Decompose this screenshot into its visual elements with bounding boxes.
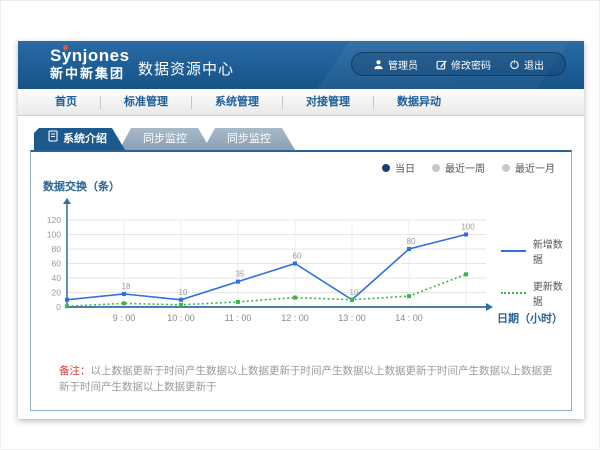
radio-label: 最近一月 bbox=[515, 160, 555, 175]
svg-text:日期（小时）: 日期（小时） bbox=[497, 311, 563, 325]
footnote-prefix: 备注： bbox=[59, 365, 91, 377]
legend-item-1: 更新数据 bbox=[501, 278, 571, 308]
nav-item-4[interactable]: 数据异动 bbox=[374, 89, 464, 115]
radio-dot bbox=[502, 164, 510, 172]
legend-label: 更新数据 bbox=[533, 278, 571, 308]
svg-text:12 : 00: 12 : 00 bbox=[281, 313, 309, 323]
userbar-item-label: 管理员 bbox=[388, 57, 418, 72]
nav-item-2[interactable]: 系统管理 bbox=[192, 89, 282, 115]
svg-text:10: 10 bbox=[350, 288, 359, 297]
svg-text:10: 10 bbox=[179, 288, 188, 297]
brand-logo: Synjones 新中新集团 bbox=[50, 47, 130, 80]
radio-0[interactable]: 当日 bbox=[382, 160, 415, 175]
tab-0-active[interactable]: 系统介绍 bbox=[34, 128, 127, 150]
svg-text:20: 20 bbox=[52, 288, 62, 298]
userbar-item-label: 退出 bbox=[524, 57, 544, 72]
svg-text:120: 120 bbox=[47, 215, 61, 225]
legend-item-0: 新增数据 bbox=[501, 236, 571, 266]
content-panel: 当日最近一周最近一月 数据交换（条） 0204060801001209 : 00… bbox=[30, 150, 572, 411]
chart-area: 0 20 40 60 80 100 120 9 : 00 10 : 00 11 : 00 12 : … bbox=[31, 192, 577, 344]
tab-label: 系统介绍 bbox=[63, 128, 107, 150]
svg-text:60: 60 bbox=[52, 259, 62, 269]
svg-text:0: 0 bbox=[56, 302, 61, 312]
user-icon bbox=[373, 59, 384, 70]
screenshot-root: Synjones 新中新集团 数据资源中心 管理员修改密码退出 首页标准管理系统… bbox=[0, 0, 600, 450]
userbar-item-logout[interactable]: 退出 bbox=[500, 57, 553, 72]
brand-logo-wordmark: Synjones bbox=[50, 47, 130, 65]
radio-1[interactable]: 最近一周 bbox=[432, 160, 485, 175]
svg-text:100: 100 bbox=[461, 223, 475, 232]
svg-text:60: 60 bbox=[293, 252, 302, 261]
logout-icon bbox=[509, 59, 520, 70]
footnote-text: 以上数据更新于时间产生数据以上数据更新于时间产生数据以上数据更新于时间产生数据以… bbox=[59, 365, 553, 393]
page-title: 数据资源中心 bbox=[138, 58, 234, 79]
userbar-item-admin[interactable]: 管理员 bbox=[364, 57, 427, 72]
document-icon bbox=[48, 128, 58, 150]
time-range-filters: 当日 最近一周 最近一月 bbox=[382, 160, 555, 175]
tab-2[interactable]: 同步监控 bbox=[203, 128, 295, 150]
svg-text:11 : 00: 11 : 00 bbox=[225, 313, 252, 323]
legend-label: 新增数据 bbox=[533, 236, 571, 266]
legend-swatch bbox=[501, 250, 526, 252]
nav-item-3[interactable]: 对接管理 bbox=[283, 89, 373, 115]
svg-text:18: 18 bbox=[122, 282, 131, 291]
svg-text:14 : 00: 14 : 00 bbox=[395, 313, 423, 323]
line-chart: 0 20 40 60 80 100 120 9 : 00 10 : 00 11 : 00 12 : … bbox=[31, 192, 577, 344]
edit-icon bbox=[436, 59, 447, 70]
legend-swatch bbox=[501, 292, 526, 294]
app-header: Synjones 新中新集团 数据资源中心 管理员 修改密码 退出 bbox=[18, 41, 584, 89]
tab-label: 同步监控 bbox=[143, 133, 187, 145]
chart-legend: 新增数据更新数据 bbox=[501, 236, 571, 308]
radio-label: 最近一周 bbox=[445, 160, 485, 175]
app-window: Synjones 新中新集团 数据资源中心 管理员修改密码退出 首页标准管理系统… bbox=[18, 41, 584, 419]
svg-text:9 : 00: 9 : 00 bbox=[113, 313, 136, 323]
svg-text:35: 35 bbox=[236, 270, 245, 279]
brand-logo-text: Synjones bbox=[50, 46, 130, 65]
svg-text:80: 80 bbox=[407, 237, 416, 246]
radio-dot bbox=[432, 164, 440, 172]
svg-text:100: 100 bbox=[47, 230, 61, 240]
nav-item-0[interactable]: 首页 bbox=[32, 89, 100, 115]
svg-text:40: 40 bbox=[52, 273, 62, 283]
brand-logo-chinese: 新中新集团 bbox=[50, 67, 130, 81]
radio-dot bbox=[382, 164, 390, 172]
tab-label: 同步监控 bbox=[227, 133, 271, 145]
footnote: 备注：以上数据更新于时间产生数据以上数据更新于时间产生数据以上数据更新于时间产生… bbox=[59, 364, 559, 396]
main-nav: 首页标准管理系统管理对接管理数据异动 bbox=[18, 89, 584, 116]
svg-text:10 : 00: 10 : 00 bbox=[167, 313, 195, 323]
nav-item-1[interactable]: 标准管理 bbox=[101, 89, 191, 115]
userbar-item-label: 修改密码 bbox=[451, 57, 491, 72]
tab-bar: 系统介绍 同步监控 同步监控 bbox=[34, 128, 584, 150]
user-toolbar: 管理员 修改密码 退出 bbox=[351, 52, 566, 76]
userbar-item-change-password[interactable]: 修改密码 bbox=[427, 57, 500, 72]
tab-1[interactable]: 同步监控 bbox=[119, 128, 211, 150]
radio-2[interactable]: 最近一月 bbox=[502, 160, 555, 175]
svg-text:80: 80 bbox=[52, 244, 62, 254]
svg-text:13 : 00: 13 : 00 bbox=[338, 313, 366, 323]
radio-label: 当日 bbox=[395, 160, 415, 175]
